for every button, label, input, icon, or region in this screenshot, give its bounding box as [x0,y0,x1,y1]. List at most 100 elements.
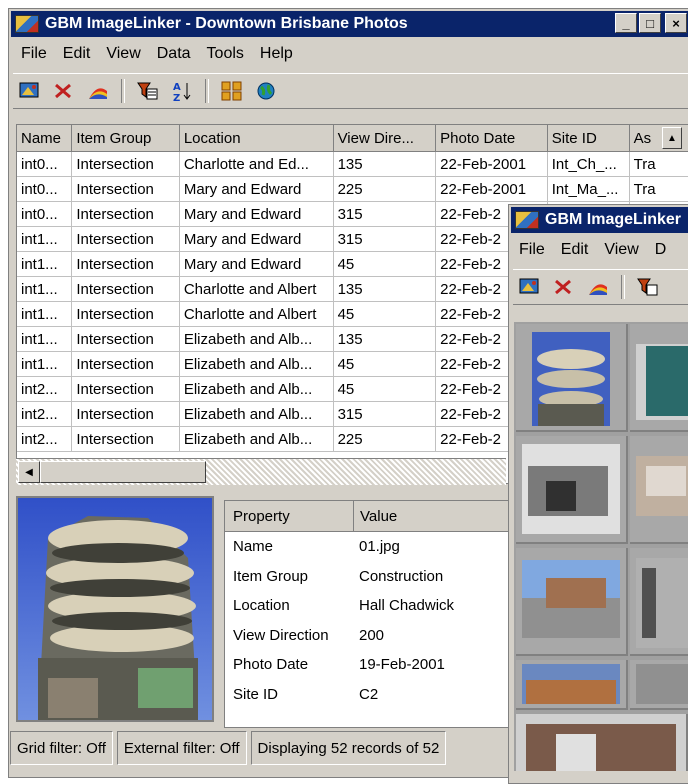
property-row[interactable]: Location Hall Chadwick [225,591,515,621]
property-row[interactable]: Name 01.jpg [225,532,515,562]
property-row[interactable]: Photo Date 19-Feb-2001 [225,650,515,680]
menu-edit[interactable]: Edit [553,241,597,259]
table-cell[interactable]: 225 [333,176,437,202]
menu-view[interactable]: View [596,241,646,259]
link-photo-icon[interactable] [17,78,43,104]
table-cell[interactable]: Mary and Edward [179,226,334,252]
menu-help[interactable]: Help [252,45,301,63]
table-cell[interactable]: int1... [17,251,73,277]
table-cell[interactable]: 315 [333,401,437,427]
table-cell[interactable]: Charlotte and Albert [179,276,334,302]
sort-az-icon[interactable]: AZ [169,78,195,104]
table-cell[interactable]: Intersection [71,151,180,177]
thumbnail-window-title-bar[interactable]: GBM ImageLinker [511,207,688,233]
col-header-photo-date[interactable]: Photo Date [435,125,548,152]
thumbnail-2[interactable] [630,324,688,432]
table-cell[interactable]: Elizabeth and Alb... [179,401,334,427]
property-row[interactable]: View Direction 200 [225,621,515,651]
property-column-header[interactable]: Property [225,501,354,531]
thumbnail-1[interactable] [516,324,628,432]
table-cell[interactable]: int1... [17,276,73,302]
horizontal-scrollbar[interactable]: ◀ [16,458,506,485]
table-cell[interactable]: Intersection [71,276,180,302]
thumbnail-3[interactable] [516,436,628,544]
table-row[interactable]: int0... Intersection Charlotte and Ed... 13… [17,151,688,177]
table-cell[interactable]: Intersection [71,376,180,402]
scroll-left-button[interactable]: ◀ [18,461,40,483]
table-cell[interactable]: 135 [333,276,437,302]
table-cell[interactable]: Intersection [71,301,180,327]
minimize-button[interactable]: _ [615,13,637,33]
table-cell[interactable]: 315 [333,226,437,252]
col-header-item-group[interactable]: Item Group [71,125,180,152]
table-cell[interactable]: Int_Ch_... [547,151,630,177]
table-cell[interactable]: int2... [17,426,73,452]
table-cell[interactable]: Intersection [71,176,180,202]
property-row[interactable]: Item Group Construction [225,562,515,592]
table-cell[interactable]: 45 [333,251,437,277]
thumbnail-7[interactable] [516,660,628,710]
table-cell[interactable]: Elizabeth and Alb... [179,426,334,452]
menu-data[interactable]: D [647,241,675,259]
table-cell[interactable]: Tra [629,176,688,202]
link-photo-icon[interactable] [517,274,543,300]
table-cell[interactable]: int2... [17,401,73,427]
table-cell[interactable]: Charlotte and Albert [179,301,334,327]
table-cell[interactable]: 315 [333,201,437,227]
col-header-site-id[interactable]: Site ID [547,125,630,152]
table-cell[interactable]: Elizabeth and Alb... [179,326,334,352]
table-cell[interactable]: 22-Feb-2001 [435,176,548,202]
table-cell[interactable]: Tra [629,151,688,177]
table-cell[interactable]: int0... [17,176,73,202]
filter-icon[interactable] [135,78,161,104]
table-cell[interactable]: int1... [17,226,73,252]
table-cell[interactable]: 135 [333,326,437,352]
col-header-name[interactable]: Name [17,125,73,152]
table-cell[interactable]: int0... [17,151,73,177]
col-header-location[interactable]: Location [179,125,334,152]
thumbnail-5[interactable] [516,548,628,656]
thumbnail-4[interactable] [630,436,688,544]
scroll-thumb[interactable] [40,461,206,483]
table-row[interactable]: int0... Intersection Mary and Edward 225 22-… [17,176,688,202]
menu-view[interactable]: View [98,45,148,63]
menu-edit[interactable]: Edit [55,45,99,63]
unlink-icon[interactable] [551,274,577,300]
thumbnail-9[interactable] [516,714,688,771]
photo-preview[interactable] [16,496,214,722]
table-cell[interactable]: 225 [333,426,437,452]
table-cell[interactable]: Intersection [71,251,180,277]
table-cell[interactable]: Elizabeth and Alb... [179,376,334,402]
properties-panel[interactable]: Property Value Name 01.jpg Item Group Const… [224,500,516,728]
maximize-button[interactable]: □ [639,13,661,33]
table-cell[interactable]: int0... [17,201,73,227]
table-cell[interactable]: Intersection [71,426,180,452]
table-cell[interactable]: int1... [17,351,73,377]
thumbnail-8[interactable] [630,660,688,710]
menu-data[interactable]: Data [149,45,199,63]
value-column-header[interactable]: Value [354,508,397,525]
table-cell[interactable]: Intersection [71,226,180,252]
menu-file[interactable]: File [511,241,553,259]
table-cell[interactable]: Intersection [71,326,180,352]
table-cell[interactable]: 45 [333,351,437,377]
table-cell[interactable]: Mary and Edward [179,251,334,277]
table-cell[interactable]: Charlotte and Ed... [179,151,334,177]
table-cell[interactable]: Intersection [71,351,180,377]
web-globe-icon[interactable] [253,78,279,104]
property-row[interactable]: Site ID C2 [225,680,515,710]
table-cell[interactable]: 45 [333,376,437,402]
thumbnails-icon[interactable] [219,78,245,104]
table-cell[interactable]: 22-Feb-2001 [435,151,548,177]
table-cell[interactable]: int2... [17,376,73,402]
thumbnail-6[interactable] [630,548,688,656]
table-cell[interactable]: int1... [17,326,73,352]
scroll-up-button[interactable]: ▲ [662,127,682,149]
close-button[interactable]: × [665,13,687,33]
table-cell[interactable]: 45 [333,301,437,327]
table-cell[interactable]: Elizabeth and Alb... [179,351,334,377]
main-title-bar[interactable]: GBM ImageLinker - Downtown Brisbane Phot… [11,11,688,37]
unlink-icon[interactable] [51,78,77,104]
table-cell[interactable]: int1... [17,301,73,327]
table-cell[interactable]: Intersection [71,401,180,427]
